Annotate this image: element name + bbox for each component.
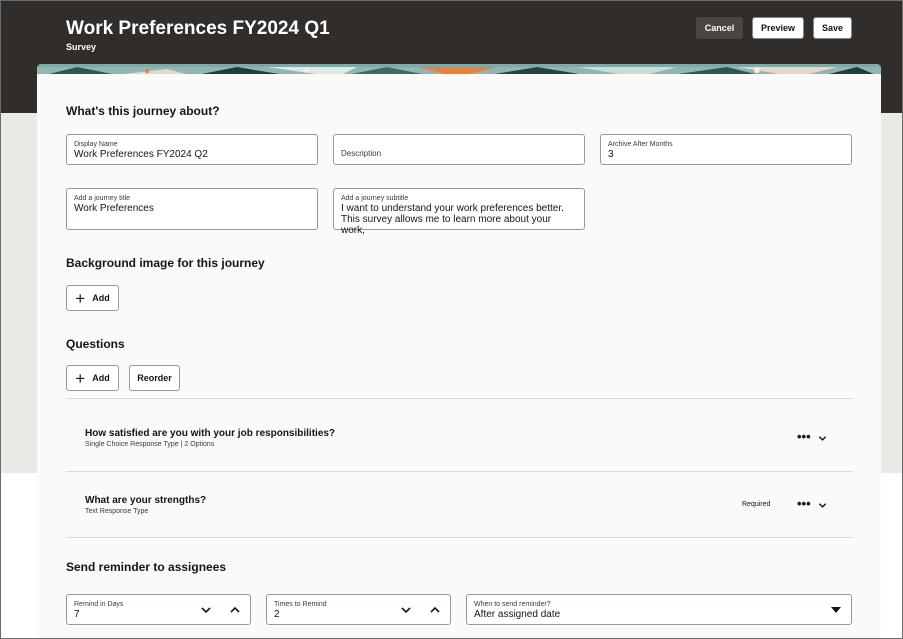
display-name-field[interactable]: Display Name Work Preferences FY2024 Q2 xyxy=(66,134,318,165)
times-to-remind-field[interactable]: Times to Remind 2 xyxy=(266,594,451,625)
times-label: Times to Remind xyxy=(274,601,327,608)
question-type: Single Choice Response Type | 2 Options xyxy=(85,441,215,448)
question-divider xyxy=(66,398,853,399)
journey-subtitle-line1: I want to understand your work preferenc… xyxy=(341,203,564,214)
questions-section-heading: Questions xyxy=(66,337,125,351)
display-name-label: Display Name xyxy=(74,141,118,148)
chevron-down-icon[interactable] xyxy=(400,604,412,616)
when-value: After assigned date xyxy=(474,609,561,620)
times-value: 2 xyxy=(274,609,280,620)
save-button[interactable]: Save xyxy=(813,17,852,39)
archive-label: Archive After Months xyxy=(608,141,673,148)
chevron-down-icon[interactable] xyxy=(818,434,827,443)
plus-icon: + xyxy=(75,368,86,388)
add-background-button[interactable]: + Add xyxy=(66,285,119,311)
journey-title-label: Add a journey title xyxy=(74,195,131,202)
required-badge: Required xyxy=(742,501,771,508)
caret-down-icon[interactable] xyxy=(831,607,841,613)
description-placeholder: Description xyxy=(341,149,382,158)
plus-icon: + xyxy=(75,288,86,308)
remind-days-value: 7 xyxy=(74,609,80,620)
chevron-down-icon[interactable] xyxy=(818,501,827,510)
journey-subtitle-field[interactable]: Add a journey subtitle I want to underst… xyxy=(333,188,585,236)
preview-button[interactable]: Preview xyxy=(752,17,804,39)
page-title: Work Preferences FY2024 Q1 xyxy=(66,18,330,39)
question-divider xyxy=(66,537,853,538)
journey-title-value: Work Preferences xyxy=(74,203,154,214)
add-background-label: Add xyxy=(92,293,110,303)
journey-subtitle-line2: This survey allows me to learn more abou… xyxy=(341,214,552,236)
question-type: Text Response Type xyxy=(85,508,149,515)
archive-value: 3 xyxy=(608,149,614,160)
cancel-button[interactable]: Cancel xyxy=(696,17,743,39)
banner-pattern xyxy=(37,67,881,74)
banner-image xyxy=(37,64,881,74)
archive-after-months-field[interactable]: Archive After Months 3 xyxy=(600,134,852,165)
app-window: Work Preferences FY2024 Q1 Survey Cancel… xyxy=(0,0,903,639)
question-title: How satisfied are you with your job resp… xyxy=(85,428,336,439)
description-field[interactable]: Description xyxy=(333,134,585,165)
question-title: What are your strengths? xyxy=(85,495,207,506)
display-name-value: Work Preferences FY2024 Q2 xyxy=(74,149,208,160)
background-section-heading: Background image for this journey xyxy=(66,256,265,270)
remind-days-label: Remind in Days xyxy=(74,601,124,608)
more-options-icon[interactable]: ••• xyxy=(797,430,811,443)
page-subtitle: Survey xyxy=(66,42,97,52)
question-divider xyxy=(66,471,853,472)
remind-in-days-field[interactable]: Remind in Days 7 xyxy=(66,594,251,625)
chevron-down-icon[interactable] xyxy=(200,604,212,616)
reminder-section-heading: Send reminder to assignees xyxy=(66,560,227,574)
reorder-button[interactable]: Reorder xyxy=(129,365,180,391)
add-question-label: Add xyxy=(92,373,110,383)
chevron-up-icon[interactable] xyxy=(229,604,241,616)
when-label: When to send reminder? xyxy=(474,601,551,608)
about-section-heading: What's this journey about? xyxy=(66,104,220,118)
chevron-up-icon[interactable] xyxy=(429,604,441,616)
journey-subtitle-label: Add a journey subtitle xyxy=(341,195,409,202)
journey-title-field[interactable]: Add a journey title Work Preferences xyxy=(66,188,318,230)
more-options-icon[interactable]: ••• xyxy=(797,497,811,510)
add-question-button[interactable]: + Add xyxy=(66,365,119,391)
when-to-send-select[interactable]: When to send reminder? After assigned da… xyxy=(466,594,852,625)
